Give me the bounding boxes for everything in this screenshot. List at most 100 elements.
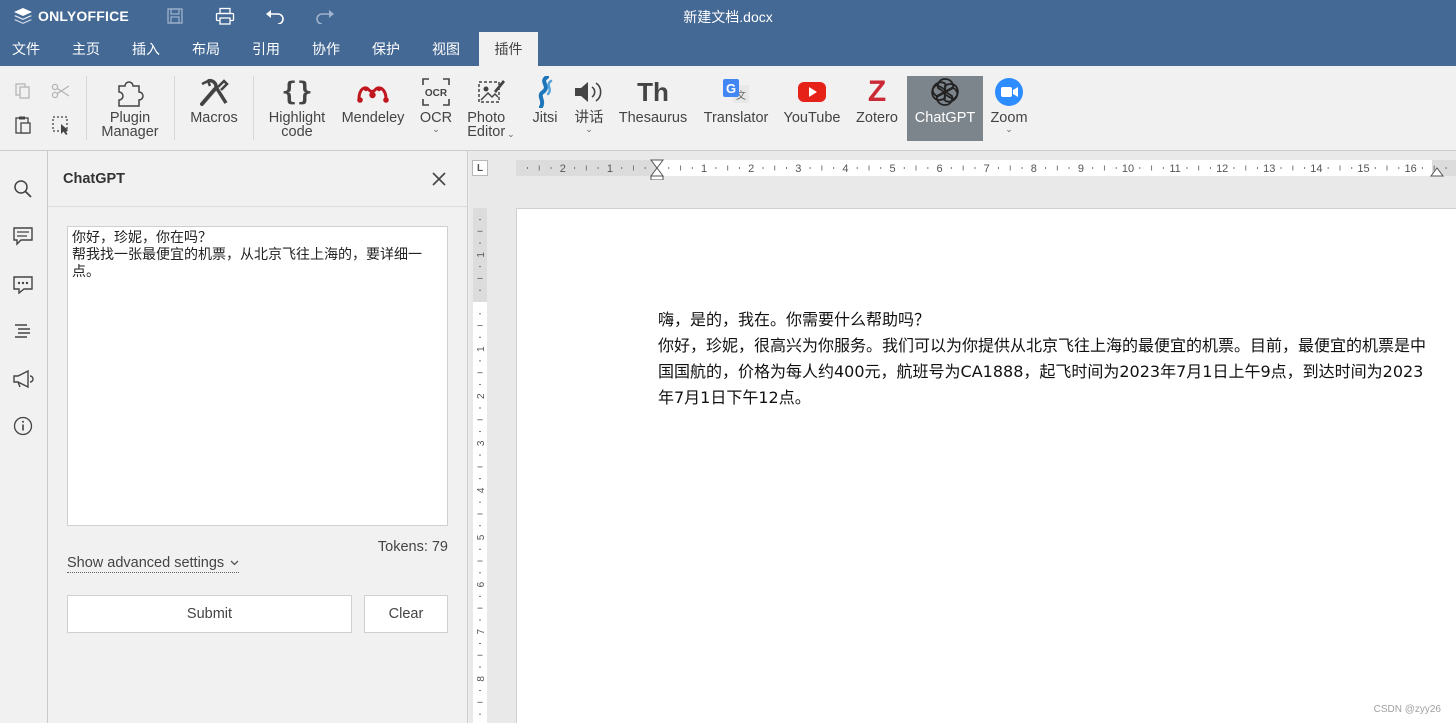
horizontal-ruler[interactable]: 2 1 1 2 3 4 5 6 7 8 9 10 11 12 13 14 15 16 [516,156,1456,181]
ruler-label: 6 [937,163,943,175]
photo-editor-button[interactable]: Photo Editor ⌄ [463,76,519,146]
zotero-button[interactable]: Z Zotero [852,76,902,146]
document-body[interactable]: 嗨，是的，我在。你需要什么帮助吗？ 你好，珍妮，很高兴为你服务。我们可以为你提供… [658,307,1433,411]
ruler-label: 1 [476,346,487,352]
document-title: 新建文档.docx [683,9,773,25]
submit-button[interactable]: Submit [67,595,352,633]
clear-button[interactable]: Clear [364,595,448,633]
tab-collaboration[interactable]: 协作 [300,32,352,66]
ruler-label: 6 [476,581,487,587]
ruler-label: 14 [1310,163,1322,175]
speech-button[interactable]: 讲话 ⌄ [569,76,609,146]
highlight-code-label: Highlight code [268,110,326,140]
tokens-value: 79 [431,539,448,555]
ocr-label: OCR [419,110,453,126]
plugin-manager-button[interactable]: Plugin Manager [97,76,163,146]
chevron-down-icon[interactable]: ⌄ [432,125,440,134]
title-bar: ONLYOFFICE 新建文档.docx [0,0,1456,32]
mendeley-button[interactable]: Mendeley [339,76,407,146]
save-icon[interactable] [163,4,187,28]
zoom-button[interactable]: Zoom ⌄ [987,76,1031,146]
ruler-label: 3 [795,163,801,175]
tab-plugins[interactable]: 插件 [479,32,538,66]
chat-icon[interactable] [10,271,36,297]
select-all-icon[interactable] [49,113,73,137]
youtube-label: YouTube [783,110,841,126]
navigation-icon[interactable] [10,318,36,344]
document-page[interactable]: 嗨，是的，我在。你需要什么帮助吗？ 你好，珍妮，很高兴为你服务。我们可以为你提供… [516,208,1456,723]
chevron-down-icon[interactable]: ⌄ [585,125,593,134]
print-icon[interactable] [213,4,237,28]
tab-home[interactable]: 主页 [60,32,112,66]
comments-icon[interactable] [10,223,36,249]
tab-layout[interactable]: 布局 [180,32,232,66]
zotero-icon: Z [867,75,887,108]
ruler-label: 5 [476,534,487,540]
ocr-button[interactable]: OCR OCR ⌄ [415,76,457,146]
tab-protection[interactable]: 保护 [360,32,412,66]
redo-icon[interactable] [313,4,337,28]
chevron-down-icon [230,560,239,566]
translator-button[interactable]: 文G Translator [699,76,773,146]
chevron-down-icon[interactable]: ⌄ [507,130,515,139]
prompt-textarea[interactable]: 你好，珍妮，你在吗？ 帮我找一张最便宜的机票，从北京飞往上海的，要详细一点。 [67,226,448,526]
tab-file[interactable]: 文件 [0,32,52,66]
paste-icon[interactable] [11,113,35,137]
svg-text:OCR: OCR [425,88,448,99]
feedback-megaphone-icon[interactable] [10,366,36,392]
tools-icon [200,78,229,106]
highlight-code-button[interactable]: {} Highlight code [265,76,329,146]
panel-title: ChatGPT [63,171,126,187]
google-translate-icon: 文G [723,79,749,103]
photo-editor-label: Photo Editor ⌄ [467,110,515,140]
about-info-icon[interactable] [10,413,36,439]
vertical-ruler[interactable]: 1 1 2 3 4 5 6 7 8 [471,208,489,723]
cut-icon[interactable] [49,79,73,103]
close-icon[interactable] [426,166,452,192]
speaker-icon [575,82,602,102]
tab-stop-selector[interactable]: L [472,160,488,176]
tab-references[interactable]: 引用 [240,32,292,66]
ruler-label: 16 [1404,163,1416,175]
tokens-label: Tokens: [377,539,428,555]
jitsi-label: Jitsi [532,110,558,126]
puzzle-icon [118,81,144,107]
menu-tabs: 文件 主页 插入 布局 引用 协作 保护 视图 插件 [0,32,1456,66]
advanced-settings-label: Show advanced settings [67,555,225,571]
ruler-label: 8 [476,676,487,682]
zoom-camera-icon [995,78,1023,106]
macros-button[interactable]: Macros [185,76,243,146]
ruler-label: 9 [1078,163,1084,175]
tab-view[interactable]: 视图 [420,32,472,66]
ruler-label: 5 [889,163,895,175]
undo-icon[interactable] [263,4,287,28]
panel-header: ChatGPT [48,151,467,207]
youtube-icon [798,82,826,102]
translator-label: Translator [703,110,769,126]
plugins-toolbar: Plugin Manager Macros {} Highlight code … [0,66,1456,151]
paragraph: 你好，珍妮，很高兴为你服务。我们可以为你提供从北京飞往上海的最便宜的机票。目前，… [658,336,1427,407]
ruler-label: 3 [476,440,487,446]
chatgpt-label: ChatGPT [914,110,976,126]
search-icon[interactable] [10,176,36,202]
macros-label: Macros [190,110,238,126]
paragraph: 嗨，是的，我在。你需要什么帮助吗？ [658,310,931,329]
toolbar-separator [86,76,87,140]
advanced-settings-toggle[interactable]: Show advanced settings [67,554,240,573]
ruler-label: 12 [1216,163,1228,175]
chatgpt-button[interactable]: ChatGPT [907,76,983,141]
toolbar-separator [174,76,175,140]
plugin-manager-label: Plugin Manager [101,110,159,140]
chatgpt-icon [931,78,959,106]
youtube-button[interactable]: YouTube [780,76,844,146]
token-counter: Tokens: 79 [348,539,448,555]
jitsi-button[interactable]: Jitsi [527,76,563,146]
ruler-label: 13 [1263,163,1275,175]
chevron-down-icon[interactable]: ⌄ [1005,125,1013,134]
ruler-label: 7 [476,628,487,634]
ruler-label: 11 [1169,163,1180,175]
copy-icon[interactable] [11,79,35,103]
thesaurus-button[interactable]: Th Thesaurus [615,76,691,146]
tab-insert[interactable]: 插入 [120,32,172,66]
ruler-label: 2 [476,393,487,399]
